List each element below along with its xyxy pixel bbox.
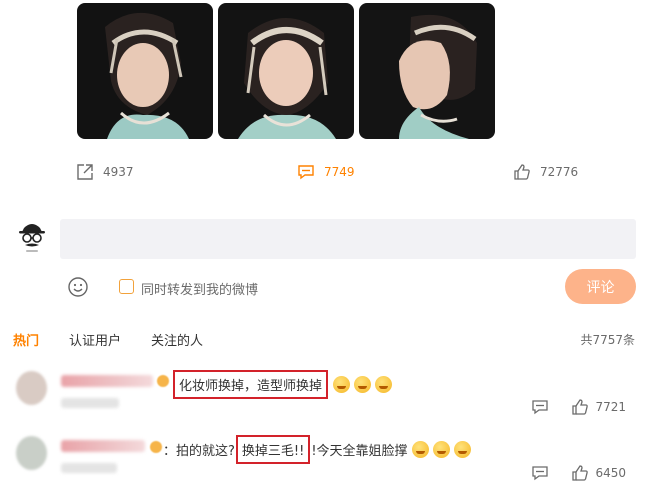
comment-actions: 6450 bbox=[531, 464, 626, 482]
highlighted-phrase: 化妆师换掉，造型师换掉 bbox=[173, 370, 329, 399]
smile-emoji-icon bbox=[453, 441, 471, 458]
like-count: 72776 bbox=[540, 165, 579, 179]
submit-comment-button[interactable]: 评论 bbox=[565, 269, 636, 304]
laugh-cry-emoji-icon bbox=[375, 376, 393, 393]
comment-input[interactable] bbox=[60, 219, 636, 259]
portrait-image bbox=[359, 3, 495, 139]
comment-like-count: 6450 bbox=[595, 466, 626, 480]
laugh-cry-emoji-icon bbox=[333, 376, 351, 393]
grin-emoji-icon bbox=[411, 441, 429, 458]
commenter-avatar[interactable] bbox=[16, 436, 47, 470]
comment-count: 7749 bbox=[324, 165, 355, 179]
photo-grid bbox=[77, 3, 495, 139]
thumbs-up-icon bbox=[572, 399, 589, 415]
reply-icon[interactable] bbox=[531, 398, 549, 416]
highlighted-phrase: 换掉三毛!! bbox=[235, 435, 311, 464]
portrait-image bbox=[77, 3, 213, 139]
comment-timestamp-blurred bbox=[61, 398, 119, 408]
smile-emoji-icon bbox=[432, 441, 450, 458]
comment-prefix: ：拍的就这? bbox=[163, 444, 235, 459]
comment-total-count: 共7757条 bbox=[580, 333, 635, 347]
post-action-bar: 4937 7749 72776 bbox=[0, 163, 650, 185]
like-button[interactable]: 72776 bbox=[513, 163, 578, 181]
laugh-cry-emoji-icon bbox=[354, 376, 372, 393]
repost-count: 4937 bbox=[103, 165, 134, 179]
commenter-avatar[interactable] bbox=[16, 371, 47, 405]
comment-like-button[interactable]: 6450 bbox=[571, 464, 626, 482]
post-photo-1[interactable] bbox=[77, 3, 213, 139]
smiley-icon bbox=[68, 277, 88, 297]
comment-text: 化妆师换掉，造型师换掉 bbox=[172, 370, 393, 399]
comment-icon bbox=[298, 165, 314, 180]
comment-suffix: !今天全靠姐脸撑 bbox=[311, 444, 408, 459]
tab-following[interactable]: 关注的人 bbox=[151, 330, 203, 349]
post-photo-3[interactable] bbox=[359, 3, 495, 139]
incognito-avatar-icon bbox=[19, 224, 45, 252]
commenter-name-blurred[interactable] bbox=[61, 440, 145, 452]
comment-like-count: 7721 bbox=[595, 400, 626, 414]
portrait-image bbox=[218, 3, 354, 139]
repost-button[interactable]: 4937 bbox=[76, 163, 134, 181]
comment-like-button[interactable]: 7721 bbox=[571, 398, 626, 416]
current-user-avatar[interactable] bbox=[14, 218, 50, 254]
tab-hot[interactable]: 热门 bbox=[13, 330, 39, 349]
comment-actions: 7721 bbox=[531, 398, 626, 416]
forward-label: 同时转发到我的微博 bbox=[141, 283, 259, 298]
thumbs-up-icon bbox=[514, 164, 530, 180]
member-badge-icon bbox=[157, 375, 169, 387]
comment-text: ：拍的就这? 换掉三毛!! !今天全靠姐脸撑 bbox=[163, 435, 471, 464]
commenter-name-blurred[interactable] bbox=[61, 375, 153, 387]
comment-timestamp-blurred bbox=[61, 463, 117, 473]
member-badge-icon bbox=[150, 441, 162, 453]
tab-verified-users[interactable]: 认证用户 bbox=[69, 330, 121, 349]
post-photo-2[interactable] bbox=[218, 3, 354, 139]
share-icon bbox=[77, 164, 93, 180]
comment-filter-tabs: 热门 认证用户 关注的人 bbox=[13, 330, 233, 349]
reply-icon[interactable] bbox=[531, 464, 549, 482]
thumbs-up-icon bbox=[572, 465, 589, 481]
comment-button[interactable]: 7749 bbox=[297, 163, 355, 181]
forward-checkbox[interactable] bbox=[119, 279, 134, 294]
emoji-button[interactable] bbox=[67, 276, 89, 298]
